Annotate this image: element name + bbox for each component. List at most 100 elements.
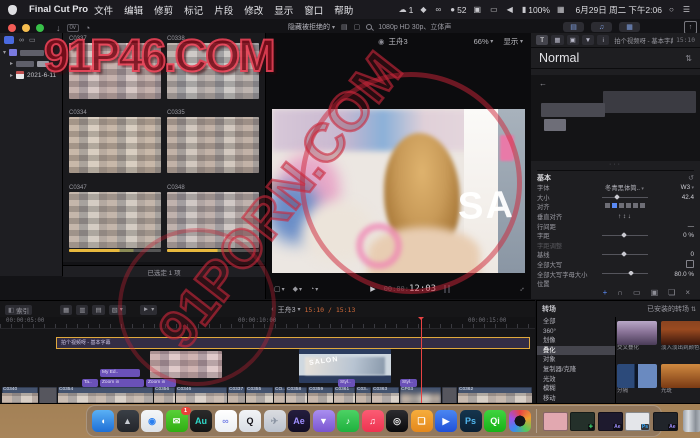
event-row[interactable]: ▸ [0, 58, 62, 69]
dock-app-icon[interactable]: ✉1 [166, 410, 188, 432]
dock-app-icon[interactable]: ◎ [386, 410, 408, 432]
status-item[interactable]: ☁1 [399, 5, 414, 15]
dock-app-icon[interactable]: ▼ [313, 410, 335, 432]
text-inspector-tab[interactable]: T [536, 35, 548, 45]
status-item[interactable]: ▣ [474, 5, 484, 14]
inspector-row[interactable]: 字距 0 % [537, 231, 694, 241]
status-item[interactable]: ◆ [420, 5, 428, 14]
clip-thumbnail-censored[interactable] [69, 43, 161, 99]
status-item[interactable]: ◀ [507, 5, 515, 14]
menu-item[interactable]: 标记 [184, 3, 203, 17]
transition-category[interactable]: 叠化 [537, 346, 615, 356]
filter-dropdown[interactable]: 隐藏被拒绝的▾ [288, 22, 335, 32]
browser-clip[interactable]: C0338 [167, 35, 259, 107]
library-icon[interactable] [4, 36, 14, 44]
crop-tool-dropdown[interactable]: ▢▾ [274, 285, 285, 293]
minimized-window[interactable] [543, 412, 568, 431]
duplicate-icon[interactable]: ❏ [668, 288, 675, 297]
inspector-row[interactable]: 字距调整 [537, 241, 694, 251]
row-value[interactable]: — [654, 223, 694, 230]
dock-app-icon[interactable]: Ae [288, 410, 310, 432]
connected-title-pill[interactable]: My Ed.. [100, 369, 140, 377]
keyword-editor-icon[interactable]: 0v [67, 24, 79, 32]
transition-category[interactable]: 全部 [537, 317, 615, 327]
status-item[interactable]: 6月29日 周二 下午2:06 [574, 4, 662, 16]
inspector-row[interactable]: 大小 42.4 [537, 193, 694, 203]
browser-clip[interactable]: C0337 [69, 35, 161, 107]
titles-browser-button[interactable]: ▤ [563, 22, 584, 32]
clip-thumbnail-censored[interactable] [69, 192, 161, 248]
panel-icon[interactable]: ▣ [651, 288, 659, 297]
resize-dots[interactable]: ··· [531, 161, 700, 168]
add-icon[interactable]: + [603, 288, 608, 297]
dock-app-icon[interactable]: ▲ [117, 410, 139, 432]
trash-icon[interactable] [683, 410, 700, 432]
clip-thumbnail-censored[interactable] [69, 117, 161, 173]
row-value[interactable]: 80.0 % [654, 271, 694, 278]
transition-category[interactable]: 360° [537, 327, 615, 337]
inspector-row[interactable]: 全部大写字母大小 80.0 % [537, 269, 694, 279]
transition-category[interactable]: 对象 [537, 355, 615, 365]
menu-item[interactable]: 修改 [244, 3, 263, 17]
library-row[interactable]: ▾ [0, 47, 62, 58]
retime-tool-dropdown[interactable]: ◆▾ [293, 285, 302, 293]
timeline-clip[interactable]: C0362 [458, 387, 532, 404]
list-view-icon[interactable]: ▢ [354, 23, 361, 31]
row-control[interactable] [595, 251, 654, 258]
menu-item[interactable]: 窗口 [304, 3, 323, 17]
row-value[interactable] [654, 260, 694, 270]
clip-thumbnail-censored[interactable] [167, 192, 259, 248]
inspector-row[interactable]: 垂直对齐 ↑ ↕ ↓ [537, 212, 694, 222]
meters-icon[interactable]: ▭ [633, 288, 641, 297]
effects-browser-button[interactable]: ▦ [619, 22, 640, 32]
menu-item[interactable]: 修剪 [154, 3, 173, 17]
connected-title-pill[interactable]: Zoom in [146, 379, 176, 387]
status-item[interactable]: ▦ [557, 5, 567, 14]
audio-meter-bar[interactable] [444, 285, 446, 293]
status-item[interactable]: ▮100% [522, 5, 550, 15]
status-item[interactable]: ●52 [450, 5, 466, 15]
transition-item[interactable]: 分隔 [617, 364, 657, 403]
menu-item[interactable]: 片段 [214, 3, 233, 17]
video-inspector-tab[interactable]: ▣ [567, 35, 579, 45]
browser-clip[interactable]: C0335 [167, 109, 259, 181]
status-item[interactable]: ∞ [436, 5, 444, 14]
minimized-window[interactable]: ✚ [570, 412, 595, 431]
transition-category[interactable]: 移动 [537, 394, 615, 403]
timeline-clip[interactable]: C0356 [154, 387, 175, 404]
play-button[interactable]: ▶ [370, 285, 375, 293]
minimized-window[interactable]: Ae [598, 412, 623, 431]
menu-item[interactable]: 编辑 [124, 3, 143, 17]
row-value[interactable]: 42.4 [654, 194, 694, 201]
inspector-row[interactable]: 全部大写 [537, 260, 694, 270]
connected-title-pill[interactable]: Zoom in [100, 379, 144, 387]
dock-app-icon[interactable]: Qi [484, 410, 506, 432]
row-control[interactable] [595, 271, 654, 278]
viewer-view-dropdown[interactable]: 显示 ▾ [503, 36, 523, 47]
dock-app-icon[interactable]: Au [190, 410, 212, 432]
timeline-clip[interactable]: C0337 [228, 387, 245, 404]
browser-clip[interactable]: C0347 [69, 184, 161, 260]
search-icon[interactable] [366, 24, 372, 30]
close-panel-icon[interactable]: × [685, 288, 690, 297]
menu-item[interactable]: 帮助 [334, 3, 353, 17]
timeline-clip[interactable] [39, 387, 57, 404]
inspector-row[interactable]: 行间距 — [537, 221, 694, 231]
status-item[interactable]: ☰ [683, 5, 692, 14]
audio-inspector-tab[interactable]: ▼ [582, 35, 594, 45]
transition-item[interactable]: 淡入淡出到颜色 [661, 321, 700, 360]
timeline-clip[interactable]: C0361 [334, 387, 355, 404]
timeline-clip[interactable]: C0358 [286, 387, 307, 404]
background-tasks-icon[interactable]: ◔ [85, 23, 90, 33]
dock-app-icon[interactable]: ♫ [362, 410, 384, 432]
title-inspector-tab[interactable]: ▦ [551, 35, 563, 45]
inspector-row[interactable]: 字体 冬青黑体简.. W3 [537, 183, 694, 193]
basic-section-header[interactable]: 基本 ↺ [537, 170, 694, 183]
fullscreen-icon[interactable]: ↕ [518, 285, 525, 292]
viewer-zoom-dropdown[interactable]: 66% ▾ [474, 37, 494, 46]
timeline-clip[interactable]: C0363 [372, 387, 399, 404]
inspector-row[interactable]: 对齐 [537, 202, 694, 212]
row-value[interactable]: 0 % [654, 232, 694, 239]
minimized-window[interactable]: Ae [653, 412, 678, 431]
import-media-icon[interactable]: ↓ [56, 23, 61, 33]
